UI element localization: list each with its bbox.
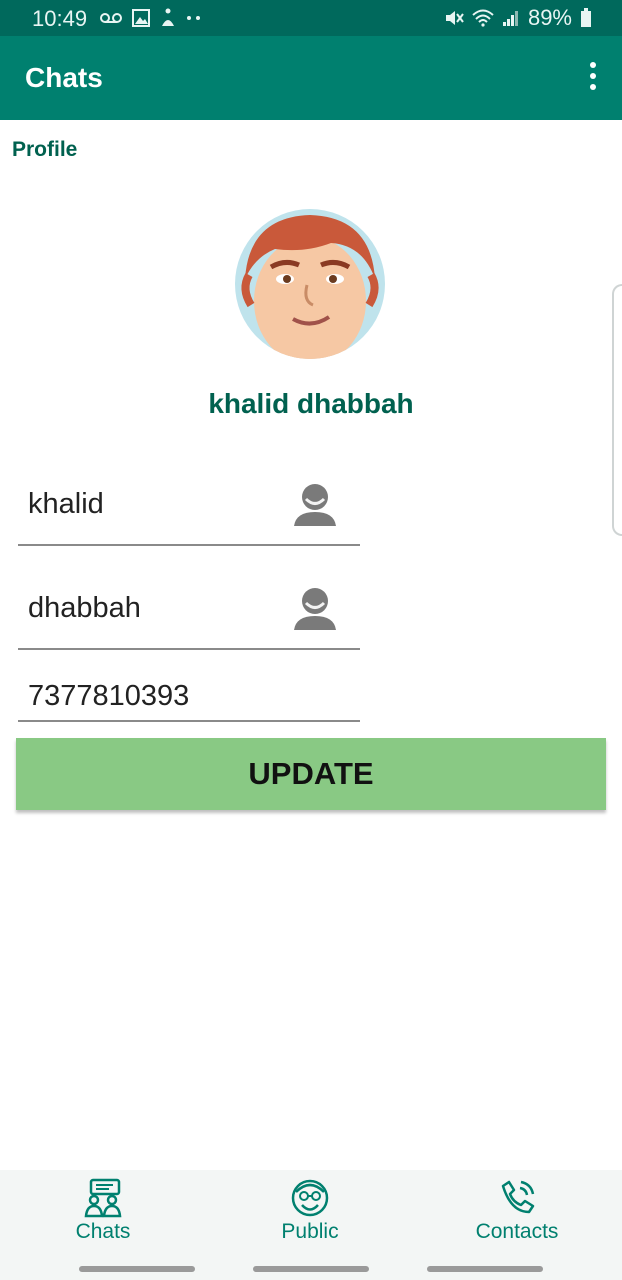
profile-display-name: khalid dhabbah xyxy=(208,388,414,419)
wifi-icon xyxy=(472,9,494,27)
battery-icon xyxy=(581,8,591,27)
status-time: 10:49 xyxy=(32,6,88,31)
overflow-menu-icon[interactable] xyxy=(586,62,600,94)
voicemail-icon xyxy=(100,13,122,23)
more-notifications-icon xyxy=(187,16,200,20)
signal-icon xyxy=(502,11,518,26)
status-left-icons xyxy=(100,4,202,32)
section-title: Profile xyxy=(12,138,78,161)
last-name-field[interactable] xyxy=(18,582,360,650)
chats-icon xyxy=(84,1178,122,1218)
phone-field[interactable] xyxy=(18,676,360,722)
image-icon xyxy=(132,9,150,27)
avatar[interactable] xyxy=(235,209,385,359)
nav-item-chats[interactable]: Chats xyxy=(33,1178,173,1244)
back-handle[interactable] xyxy=(427,1266,543,1272)
status-bar: 10:49 89% xyxy=(0,0,622,36)
accessibility-icon xyxy=(162,8,174,26)
nav-label-chats: Chats xyxy=(75,1220,131,1243)
recent-apps-handle[interactable] xyxy=(79,1266,195,1272)
public-icon xyxy=(291,1179,329,1217)
nav-item-public[interactable]: Public xyxy=(240,1178,380,1244)
battery-percentage: 89% xyxy=(527,5,572,30)
nav-label-public: Public xyxy=(281,1220,339,1243)
home-handle[interactable] xyxy=(253,1266,369,1272)
contacts-icon xyxy=(501,1180,535,1214)
first-name-input[interactable] xyxy=(18,488,288,521)
first-name-field[interactable] xyxy=(18,478,360,546)
mute-icon xyxy=(445,11,464,25)
phone-input[interactable] xyxy=(18,680,288,713)
nav-item-contacts[interactable]: Contacts xyxy=(447,1178,587,1244)
nav-label-contacts: Contacts xyxy=(475,1220,559,1243)
status-right-icons: 89% xyxy=(444,4,592,32)
update-button[interactable]: UPDATE xyxy=(16,738,606,810)
last-name-input[interactable] xyxy=(18,592,288,625)
edge-panel-handle[interactable] xyxy=(612,284,622,536)
app-bar-title: Chats xyxy=(25,62,103,93)
app-bar: Chats xyxy=(0,36,622,120)
person-icon xyxy=(294,484,336,526)
system-gesture-bar xyxy=(0,1258,622,1280)
bottom-navigation: Chats Public Contacts xyxy=(0,1170,622,1258)
person-icon xyxy=(294,588,336,630)
